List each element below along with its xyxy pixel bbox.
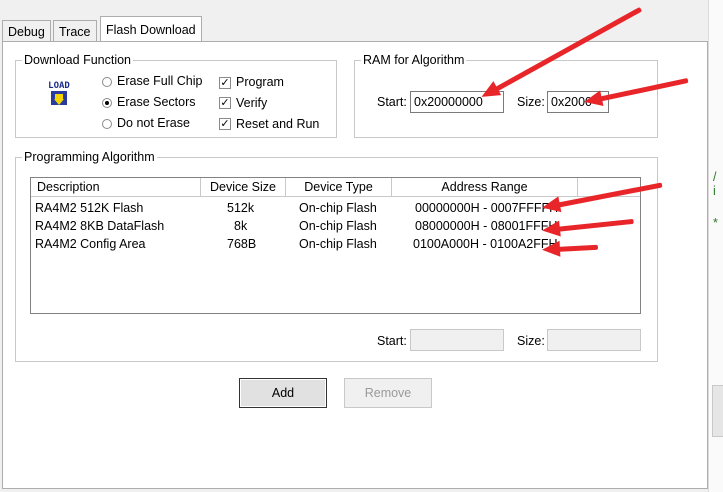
- reset-and-run-label: Reset and Run: [236, 117, 320, 131]
- row-description: RA4M2 8KB DataFlash: [35, 219, 165, 233]
- tab-flash-download-label: Flash Download: [106, 23, 196, 37]
- erase-full-chip-radio[interactable]: [102, 77, 112, 87]
- column-header-device-type[interactable]: Device Type: [286, 178, 392, 197]
- column-description-label: Description: [37, 180, 100, 194]
- ram-for-algorithm-title: RAM for Algorithm: [361, 52, 467, 68]
- row-type: On-chip Flash: [299, 237, 377, 251]
- column-header-description[interactable]: Description: [31, 178, 201, 197]
- row-type: On-chip Flash: [299, 219, 377, 233]
- edge-glyph-1: /: [713, 170, 717, 184]
- erase-sectors-radio[interactable]: [102, 98, 112, 108]
- do-not-erase-radio[interactable]: [102, 119, 112, 129]
- scrollbar-thumb[interactable]: [712, 385, 723, 437]
- row-size: 8k: [234, 219, 248, 233]
- program-checkbox[interactable]: ✓: [219, 77, 231, 89]
- reset-and-run-checkbox[interactable]: ✓: [219, 118, 231, 130]
- tab-debug-label: Debug: [8, 25, 45, 39]
- programming-algorithm-title: Programming Algorithm: [22, 149, 157, 165]
- tab-trace-label: Trace: [59, 25, 91, 39]
- column-header-address-range[interactable]: Address Range: [392, 178, 578, 197]
- program-label: Program: [236, 75, 284, 89]
- algorithm-start-input[interactable]: [410, 329, 504, 351]
- add-button[interactable]: Add: [239, 378, 327, 408]
- verify-label: Verify: [236, 96, 268, 110]
- background-editor-strip: / i *: [708, 0, 723, 492]
- ram-size-label: Size:: [517, 95, 545, 109]
- do-not-erase-label: Do not Erase: [117, 116, 190, 130]
- tab-flash-download[interactable]: Flash Download: [100, 16, 202, 42]
- row-description: RA4M2 512K Flash: [35, 201, 144, 215]
- row-range: 0100A000H - 0100A2FFH: [413, 237, 558, 251]
- edge-glyph-2: i: [713, 184, 716, 198]
- tab-debug[interactable]: Debug: [2, 20, 51, 42]
- algorithm-start-label: Start:: [377, 334, 407, 348]
- row-description: RA4M2 Config Area: [35, 237, 146, 251]
- download-function-title: Download Function: [22, 52, 134, 68]
- column-device-size-label: Device Size: [210, 180, 276, 194]
- row-range: 00000000H - 0007FFFFH: [415, 201, 559, 215]
- ram-start-label: Start:: [377, 95, 407, 109]
- algorithm-size-label: Size:: [517, 334, 545, 348]
- remove-button[interactable]: Remove: [344, 378, 432, 408]
- algorithm-size-input[interactable]: [547, 329, 641, 351]
- row-range: 08000000H - 08001FFFH: [415, 219, 558, 233]
- edge-glyph-3: *: [713, 216, 718, 230]
- erase-sectors-label: Erase Sectors: [117, 95, 196, 109]
- row-type: On-chip Flash: [299, 201, 377, 215]
- column-address-range-label: Address Range: [441, 180, 528, 194]
- verify-checkbox[interactable]: ✓: [219, 97, 231, 109]
- row-size: 768B: [227, 237, 257, 251]
- load-icon: LOAD: [43, 78, 75, 110]
- tab-trace[interactable]: Trace: [53, 20, 97, 42]
- column-header-device-size[interactable]: Device Size: [201, 178, 286, 197]
- load-icon-text: LOAD: [48, 81, 70, 91]
- column-device-type-label: Device Type: [304, 180, 373, 194]
- erase-full-chip-label: Erase Full Chip: [117, 74, 203, 88]
- row-size: 512k: [227, 201, 255, 215]
